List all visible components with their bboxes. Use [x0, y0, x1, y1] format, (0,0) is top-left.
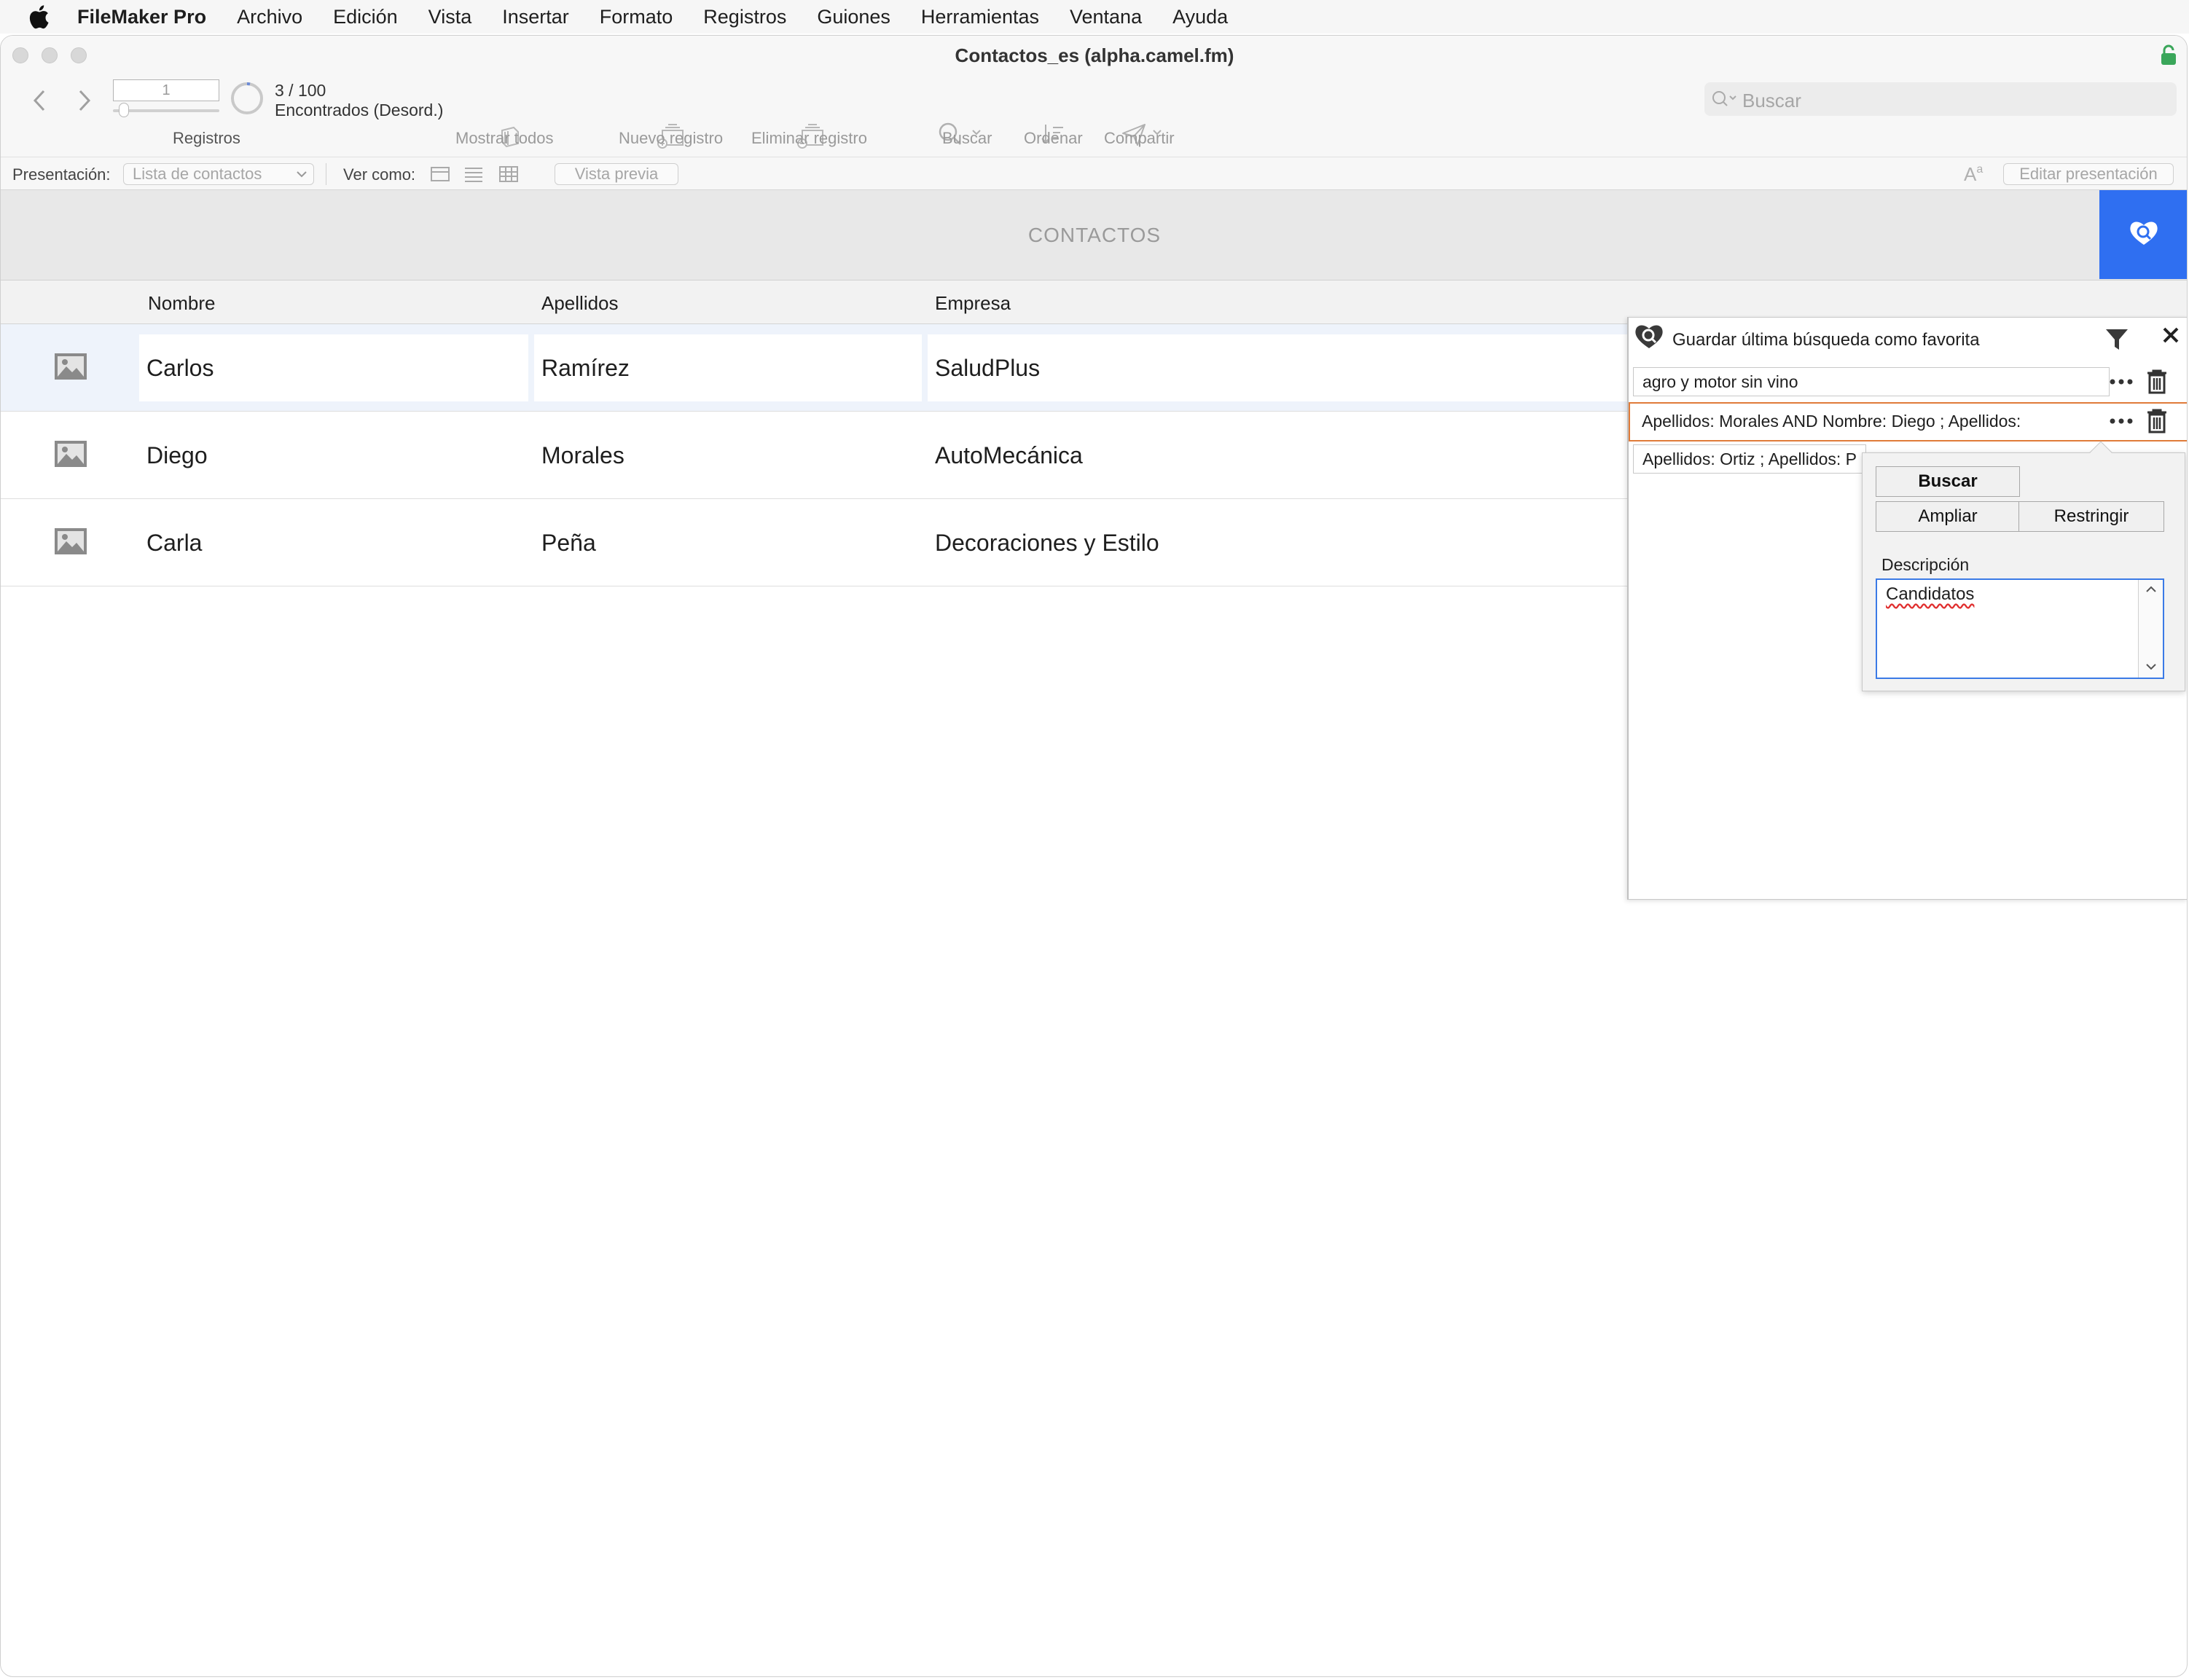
- column-header-empresa[interactable]: Empresa: [935, 292, 1011, 315]
- delete-record-button[interactable]: Eliminar registro: [751, 129, 867, 148]
- trash-icon[interactable]: [2145, 408, 2169, 438]
- menu-edicion[interactable]: Edición: [333, 6, 398, 28]
- cell-apellidos[interactable]: Peña: [534, 509, 922, 576]
- favorite-item[interactable]: Apellidos: Morales AND Nombre: Diego ; A…: [1633, 407, 2110, 436]
- description-textarea[interactable]: Candidatos: [1876, 578, 2164, 679]
- records-label: Registros: [173, 129, 240, 147]
- column-header-apellidos[interactable]: Apellidos: [541, 292, 619, 315]
- menu-guiones[interactable]: Guiones: [817, 6, 890, 28]
- photo-placeholder-icon: [53, 439, 88, 474]
- menu-archivo[interactable]: Archivo: [237, 6, 302, 28]
- filter-icon[interactable]: [2104, 326, 2130, 356]
- heart-search-icon: [1633, 322, 1665, 355]
- view-table-icon[interactable]: [499, 166, 518, 187]
- sort-button[interactable]: Ordenar: [1024, 129, 1083, 148]
- extend-button[interactable]: Ampliar: [1876, 501, 2020, 532]
- menu-ventana[interactable]: Ventana: [1070, 6, 1142, 28]
- view-form-icon[interactable]: [431, 166, 450, 187]
- cell-empresa[interactable]: SaludPlus: [928, 334, 1633, 401]
- more-options-icon[interactable]: [2107, 373, 2136, 394]
- search-icon: [1710, 88, 1739, 114]
- document-window: Contactos_es (alpha.camel.fm) 1 3 / 100 …: [0, 35, 2188, 1677]
- cell-nombre[interactable]: Carlos: [139, 334, 528, 401]
- view-list-icon[interactable]: [464, 166, 483, 187]
- cell-nombre[interactable]: Diego: [139, 422, 528, 489]
- lock-icon: [2159, 44, 2178, 66]
- more-options-icon[interactable]: [2107, 412, 2136, 433]
- layout-bar: Presentación: Lista de contactos Ver com…: [1, 157, 2187, 190]
- share-button[interactable]: Compartir: [1104, 129, 1175, 148]
- chevron-up-icon[interactable]: [2145, 583, 2158, 600]
- layout-select-value: Lista de contactos: [133, 165, 262, 183]
- favorite-item-label: agro y motor sin vino: [1642, 372, 1798, 391]
- description-value: Candidatos: [1886, 584, 1975, 604]
- edit-layout-button[interactable]: Editar presentación: [2003, 163, 2174, 185]
- menu-herramientas[interactable]: Herramientas: [921, 6, 1039, 28]
- find-button[interactable]: Buscar: [942, 129, 992, 148]
- photo-placeholder-icon: [53, 352, 88, 387]
- menu-insertar[interactable]: Insertar: [502, 6, 569, 28]
- chevron-down-icon: [296, 164, 308, 189]
- menu-formato[interactable]: Formato: [600, 6, 673, 28]
- apple-menu-icon[interactable]: [28, 4, 50, 29]
- menu-app-name[interactable]: FileMaker Pro: [77, 6, 206, 28]
- next-record-icon[interactable]: [75, 88, 94, 117]
- view-as-label: Ver como:: [343, 165, 416, 184]
- cell-empresa[interactable]: Decoraciones y Estilo: [928, 509, 1633, 576]
- quick-find-field[interactable]: Buscar: [1704, 82, 2177, 116]
- layout-label: Presentación:: [12, 165, 111, 184]
- window-title: Contactos_es (alpha.camel.fm): [955, 44, 1234, 66]
- table-row[interactable]: Carla Peña Decoraciones y Estilo: [1, 499, 1633, 586]
- trash-icon[interactable]: [2145, 369, 2169, 399]
- found-state: Encontrados (Desord.): [275, 101, 444, 119]
- favorite-item-label: Apellidos: Morales AND Nombre: Diego ; A…: [1642, 411, 2021, 431]
- textarea-scrollbar[interactable]: [2138, 580, 2163, 678]
- previous-record-icon[interactable]: [30, 88, 49, 117]
- chevron-down-icon[interactable]: [2145, 660, 2158, 677]
- column-header-nombre[interactable]: Nombre: [148, 292, 215, 315]
- title-toolbar: Contactos_es (alpha.camel.fm) 1 3 / 100 …: [1, 36, 2187, 157]
- favorite-item-label: Apellidos: Ortiz ; Apellidos: P: [1642, 449, 1857, 468]
- cell-apellidos[interactable]: Ramírez: [534, 334, 922, 401]
- description-label: Descripción: [1881, 555, 1970, 574]
- find-favorite-button[interactable]: Buscar: [1876, 466, 2020, 497]
- favorite-item[interactable]: Apellidos: Ortiz ; Apellidos: P: [1633, 444, 1866, 474]
- cell-nombre[interactable]: Carla: [139, 509, 528, 576]
- favorite-item[interactable]: agro y motor sin vino: [1633, 367, 2110, 396]
- layout-header-title: CONTACTOS: [1027, 224, 1162, 246]
- menu-bar: FileMaker Pro Archivo Edición Vista Inse…: [0, 0, 2189, 34]
- layout-select[interactable]: Lista de contactos: [123, 163, 314, 185]
- table-row[interactable]: Carlos Ramírez SaludPlus: [1, 324, 1633, 412]
- search-placeholder: Buscar: [1742, 90, 1801, 111]
- save-favorite-link[interactable]: Guardar última búsqueda como favorita: [1672, 330, 1980, 350]
- cell-empresa[interactable]: AutoMecánica: [928, 422, 1633, 489]
- favorites-toggle-button[interactable]: [2099, 190, 2187, 279]
- menu-ayuda[interactable]: Ayuda: [1172, 6, 1228, 28]
- photo-placeholder-icon: [53, 527, 88, 562]
- favorite-options-popover: Buscar Ampliar Restringir Descripción Ca…: [1862, 441, 2185, 691]
- cell-apellidos[interactable]: Morales: [534, 422, 922, 489]
- found-count: 3 / 100: [275, 81, 326, 100]
- heart-search-icon: [2128, 219, 2160, 251]
- show-all-button[interactable]: Mostrar todos: [455, 129, 554, 148]
- record-number-field[interactable]: 1: [113, 79, 219, 101]
- menu-vista[interactable]: Vista: [428, 6, 472, 28]
- text-format-icon[interactable]: Aa: [1964, 163, 1983, 186]
- menu-registros[interactable]: Registros: [703, 6, 786, 28]
- constrain-button[interactable]: Restringir: [2018, 501, 2164, 532]
- table-row[interactable]: Diego Morales AutoMecánica: [1, 412, 1633, 499]
- record-slider-thumb[interactable]: [119, 103, 129, 117]
- close-icon[interactable]: [2161, 325, 2181, 349]
- layout-header: CONTACTOS: [1, 190, 2187, 280]
- new-record-button[interactable]: Nuevo registro: [619, 129, 723, 148]
- found-set-pie-icon: [230, 81, 265, 119]
- preview-button[interactable]: Vista previa: [555, 163, 678, 185]
